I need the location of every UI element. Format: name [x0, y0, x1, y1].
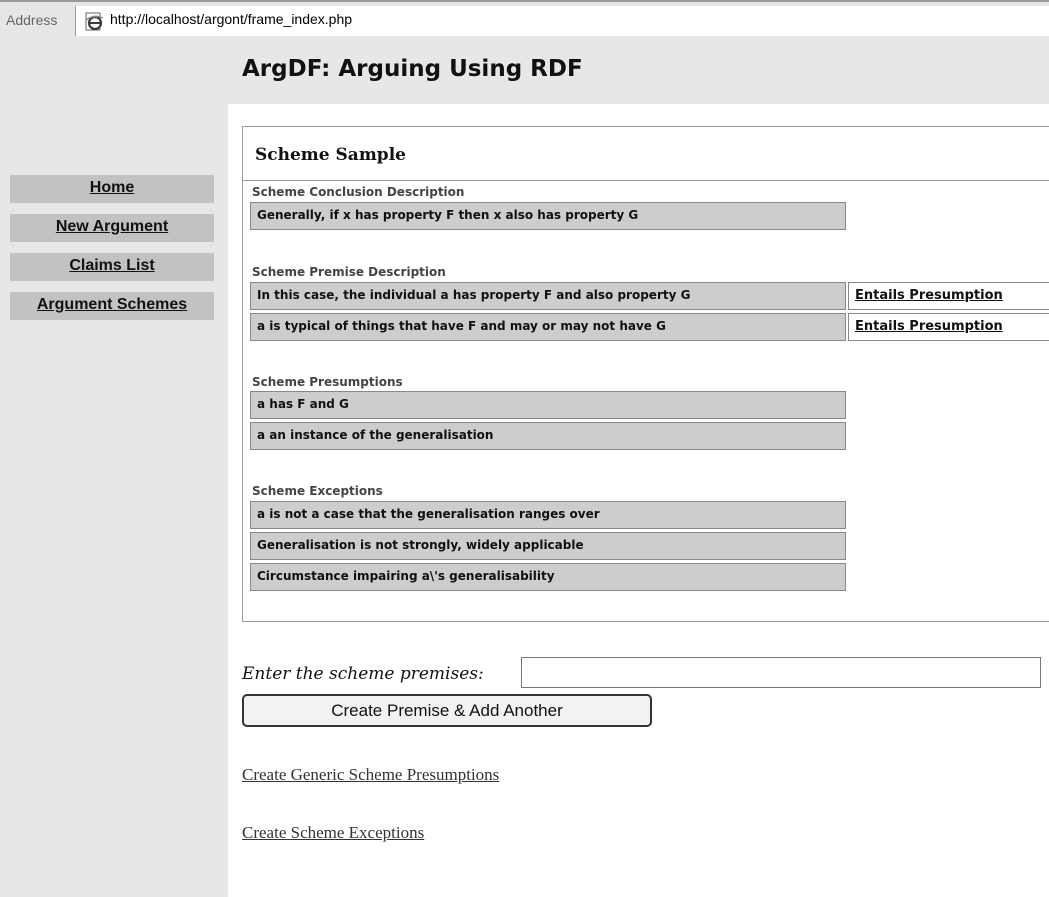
nav-new-argument-link[interactable]: New Argument [10, 214, 214, 242]
premise-cell: In this case, the individual a has prope… [250, 282, 846, 310]
presumption-cell: a has F and G [250, 391, 846, 419]
scheme-sample-box: Scheme Sample Scheme Conclusion Descript… [242, 126, 1049, 622]
entails-presumption-link[interactable]: Entails Presumption [848, 282, 1049, 310]
address-bar: Address http://localhost/argont/frame_in… [0, 0, 1049, 44]
create-exceptions-link[interactable]: Create Scheme Exceptions [242, 823, 424, 843]
scheme-title-divider [243, 180, 1049, 181]
create-presumptions-link[interactable]: Create Generic Scheme Presumptions [242, 765, 499, 785]
nav-home-link[interactable]: Home [10, 175, 214, 203]
premise-input[interactable] [521, 657, 1041, 688]
conclusion-label: Scheme Conclusion Description [252, 185, 465, 199]
scheme-title: Scheme Sample [255, 145, 406, 165]
exception-cell: Circumstance impairing a\'s generalisabi… [250, 563, 846, 591]
nav-claims-list-link[interactable]: Claims List [10, 253, 214, 281]
conclusion-cell: Generally, if x has property F then x al… [250, 202, 846, 230]
address-url[interactable]: http://localhost/argont/frame_index.php [110, 11, 352, 27]
left-sidebar [0, 42, 228, 897]
premise-cell: a is typical of things that have F and m… [250, 313, 846, 341]
presumptions-label: Scheme Presumptions [252, 375, 403, 389]
address-label: Address [6, 12, 58, 28]
exception-cell: Generalisation is not strongly, widely a… [250, 532, 846, 560]
address-field[interactable]: http://localhost/argont/frame_index.php [75, 6, 1049, 36]
nav-argument-schemes-link[interactable]: Argument Schemes [10, 292, 214, 320]
site-title: ArgDF: Arguing Using RDF [242, 56, 583, 82]
presumption-cell: a an instance of the generalisation [250, 422, 846, 450]
enter-premises-label: Enter the scheme premises: [242, 664, 484, 684]
create-premise-button[interactable]: Create Premise & Add Another [242, 694, 652, 727]
ie-page-icon [84, 12, 104, 32]
premise-label: Scheme Premise Description [252, 265, 446, 279]
exception-cell: a is not a case that the generalisation … [250, 501, 846, 529]
entails-presumption-link[interactable]: Entails Presumption [848, 313, 1049, 341]
exceptions-label: Scheme Exceptions [252, 484, 383, 498]
